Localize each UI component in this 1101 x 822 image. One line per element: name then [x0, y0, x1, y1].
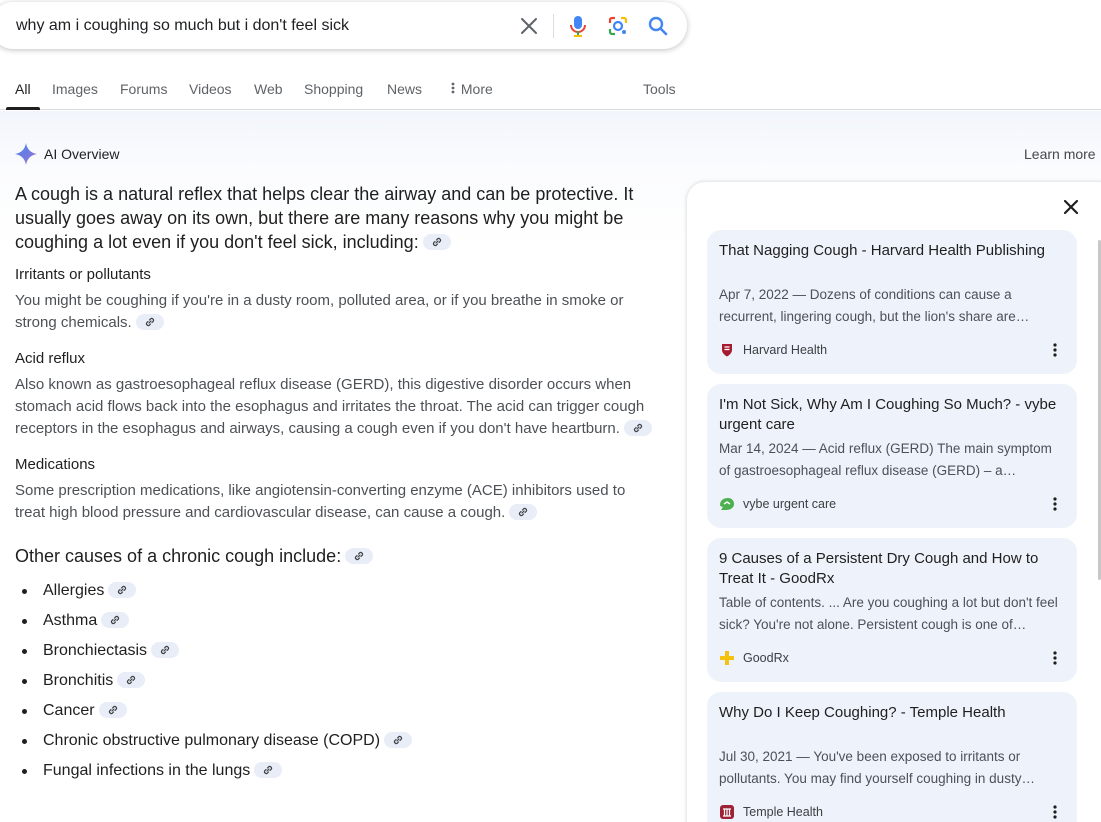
list-item-text: Allergies	[43, 582, 105, 599]
tab-more[interactable]: More	[449, 81, 493, 97]
citation-link-icon[interactable]	[98, 701, 127, 718]
source-name: Temple Health	[743, 805, 823, 819]
intro-paragraph: A cough is a natural reflex that helps c…	[15, 182, 655, 254]
active-tab-indicator	[6, 107, 40, 110]
goodrx-plus-icon	[719, 650, 735, 666]
list-item-text: Bronchiectasis	[43, 642, 148, 659]
ai-overview-title: AI Overview	[44, 146, 120, 162]
list-item: Fungal infections in the lungs	[15, 756, 655, 786]
close-icon[interactable]	[1060, 196, 1082, 218]
tab-web[interactable]: Web	[254, 81, 283, 97]
section-heading: Medications	[15, 456, 96, 473]
source-card[interactable]: 9 Causes of a Persistent Dry Cough and H…	[707, 538, 1077, 682]
list-item: Chronic obstructive pulmonary disease (C…	[15, 726, 655, 756]
list-item-text: Fungal infections in the lungs	[43, 762, 251, 779]
more-options-icon[interactable]	[1048, 648, 1062, 668]
section-text: Some prescription medications, like angi…	[15, 480, 655, 524]
tab-all[interactable]: All	[15, 81, 31, 97]
list-item: Cancer	[15, 696, 655, 726]
tab-images[interactable]: Images	[52, 81, 98, 97]
source-card-snippet: Mar 14, 2024 — Acid reflux (GERD) The ma…	[719, 441, 1052, 478]
citation-link-icon[interactable]	[101, 611, 130, 628]
intro-text: A cough is a natural reflex that helps c…	[15, 184, 634, 252]
list-item-text: Cancer	[43, 702, 95, 719]
section-text: You might be coughing if you're in a dus…	[15, 290, 655, 334]
citation-link-icon[interactable]	[108, 581, 137, 598]
section-heading: Irritants or pollutants	[15, 266, 151, 283]
section-text: Also known as gastroesophageal reflux di…	[15, 374, 655, 440]
google-lens-icon[interactable]	[606, 14, 630, 38]
citation-link-icon[interactable]	[509, 504, 538, 521]
ai-overview-header: AI Overview	[14, 142, 119, 166]
citation-link-icon[interactable]	[135, 314, 164, 331]
citation-link-icon[interactable]	[151, 641, 180, 658]
more-options-icon[interactable]	[1048, 802, 1062, 822]
tab-shopping[interactable]: Shopping	[304, 81, 363, 97]
source-card-snippet: Table of contents. ... Are you coughing …	[719, 595, 1058, 632]
source-attribution: GoodRx	[719, 650, 789, 666]
source-name: Harvard Health	[743, 343, 828, 357]
list-item: Bronchiectasis	[15, 636, 655, 666]
search-bar[interactable]: why am i coughing so much but i don't fe…	[0, 2, 687, 49]
causes-list: Allergies Asthma Bronchiectasis Bronchit…	[15, 576, 655, 786]
citation-link-icon[interactable]	[623, 420, 652, 437]
section-heading: Acid reflux	[15, 350, 86, 367]
source-card-title[interactable]: I'm Not Sick, Why Am I Coughing So Much?…	[719, 395, 1064, 435]
harvard-shield-icon	[719, 342, 735, 358]
list-item: Asthma	[15, 606, 655, 636]
sources-panel: That Nagging Cough - Harvard Health Publ…	[687, 182, 1101, 822]
microphone-icon[interactable]	[566, 14, 590, 38]
source-card-snippet: Apr 7, 2022 — Dozens of conditions can c…	[719, 287, 1030, 324]
more-vert-icon	[451, 82, 455, 94]
tab-forums[interactable]: Forums	[120, 81, 167, 97]
source-name: vybe urgent care	[743, 497, 837, 511]
source-card[interactable]: That Nagging Cough - Harvard Health Publ…	[707, 230, 1077, 374]
tab-news[interactable]: News	[387, 81, 422, 97]
tab-more-label: More	[460, 81, 493, 97]
search-divider	[553, 14, 554, 38]
source-card-title[interactable]: 9 Causes of a Persistent Dry Cough and H…	[719, 549, 1064, 589]
source-attribution: Temple Health	[719, 804, 823, 820]
list-item: Bronchitis	[15, 666, 655, 696]
citation-link-icon[interactable]	[117, 671, 146, 688]
citation-link-icon[interactable]	[422, 234, 451, 251]
gemini-sparkle-icon	[15, 143, 37, 165]
search-icon[interactable]	[646, 14, 670, 38]
search-tabs: All Images Forums Videos Web Shopping Ne…	[0, 78, 1101, 110]
tab-videos[interactable]: Videos	[189, 81, 232, 97]
list-item-text: Bronchitis	[43, 672, 114, 689]
temple-logo-icon	[719, 804, 735, 820]
ai-overview-content: A cough is a natural reflex that helps c…	[15, 182, 655, 786]
citation-link-icon[interactable]	[345, 548, 374, 565]
list-item-text: Chronic obstructive pulmonary disease (C…	[43, 732, 381, 749]
source-card-title[interactable]: That Nagging Cough - Harvard Health Publ…	[719, 241, 1064, 261]
close-icon[interactable]	[517, 14, 541, 38]
learn-more-link[interactable]: Learn more	[1024, 146, 1096, 162]
list-item: Allergies	[15, 576, 655, 606]
citation-link-icon[interactable]	[254, 761, 283, 778]
source-card[interactable]: Why Do I Keep Coughing? - Temple Health …	[707, 692, 1077, 822]
citation-link-icon[interactable]	[384, 731, 413, 748]
list-item-text: Asthma	[43, 612, 98, 629]
section-text-body: Also known as gastroesophageal reflux di…	[15, 376, 645, 437]
other-causes-heading-text: Other causes of a chronic cough include:	[15, 546, 342, 566]
search-input[interactable]: why am i coughing so much but i don't fe…	[16, 17, 349, 35]
source-card-title[interactable]: Why Do I Keep Coughing? - Temple Health	[719, 703, 1064, 723]
section-text-body: You might be coughing if you're in a dus…	[15, 292, 624, 331]
source-name: GoodRx	[743, 651, 789, 665]
vybe-logo-icon	[719, 496, 735, 512]
more-options-icon[interactable]	[1048, 340, 1062, 360]
tools-button[interactable]: Tools	[643, 81, 676, 97]
source-card[interactable]: I'm Not Sick, Why Am I Coughing So Much?…	[707, 384, 1077, 528]
source-card-snippet: Jul 30, 2021 — You've been exposed to ir…	[719, 749, 1035, 786]
other-causes-heading: Other causes of a chronic cough include:	[15, 544, 655, 568]
more-options-icon[interactable]	[1048, 494, 1062, 514]
source-attribution: vybe urgent care	[719, 496, 836, 512]
source-attribution: Harvard Health	[719, 342, 827, 358]
